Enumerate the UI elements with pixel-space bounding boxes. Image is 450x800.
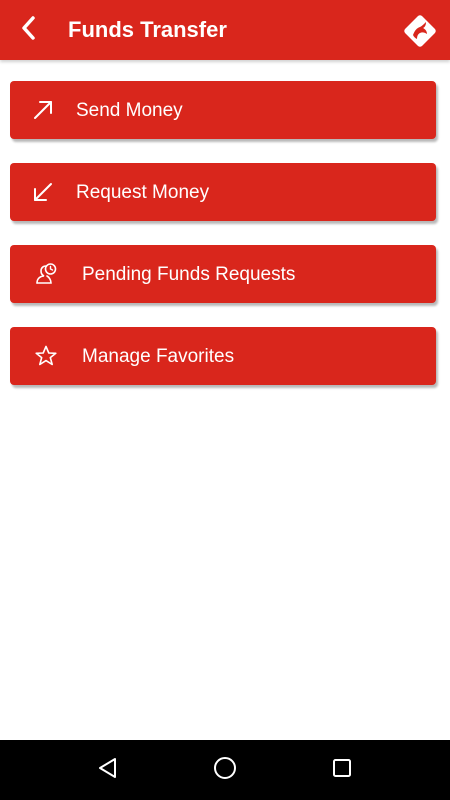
- pending-funds-requests-button[interactable]: Pending Funds Requests: [10, 245, 436, 303]
- manage-favorites-button[interactable]: Manage Favorites: [10, 327, 436, 385]
- brand-logo-icon: [402, 13, 438, 49]
- nav-home-button[interactable]: [195, 740, 255, 800]
- back-button[interactable]: [0, 0, 60, 60]
- pending-funds-requests-label: Pending Funds Requests: [82, 263, 296, 285]
- arrow-up-right-icon: [10, 81, 76, 139]
- send-money-button[interactable]: Send Money: [10, 81, 436, 139]
- app-header: Funds Transfer: [0, 0, 450, 60]
- send-money-label: Send Money: [76, 99, 183, 121]
- pending-request-icon: [10, 245, 82, 303]
- request-money-label: Request Money: [76, 181, 210, 203]
- arrow-down-left-icon: [10, 163, 76, 221]
- nav-back-icon: [96, 756, 120, 785]
- request-money-button[interactable]: Request Money: [10, 163, 436, 221]
- nav-home-icon: [212, 755, 238, 786]
- manage-favorites-label: Manage Favorites: [82, 345, 235, 367]
- nav-recents-icon: [330, 756, 354, 785]
- app-screen: Funds Transfer Send Money Request Money …: [0, 0, 450, 800]
- chevron-left-icon: [18, 14, 42, 47]
- star-icon: [10, 327, 82, 385]
- system-navigation-bar: [0, 740, 450, 800]
- page-title: Funds Transfer: [68, 17, 227, 42]
- nav-back-button[interactable]: [78, 740, 138, 800]
- nav-recents-button[interactable]: [312, 740, 372, 800]
